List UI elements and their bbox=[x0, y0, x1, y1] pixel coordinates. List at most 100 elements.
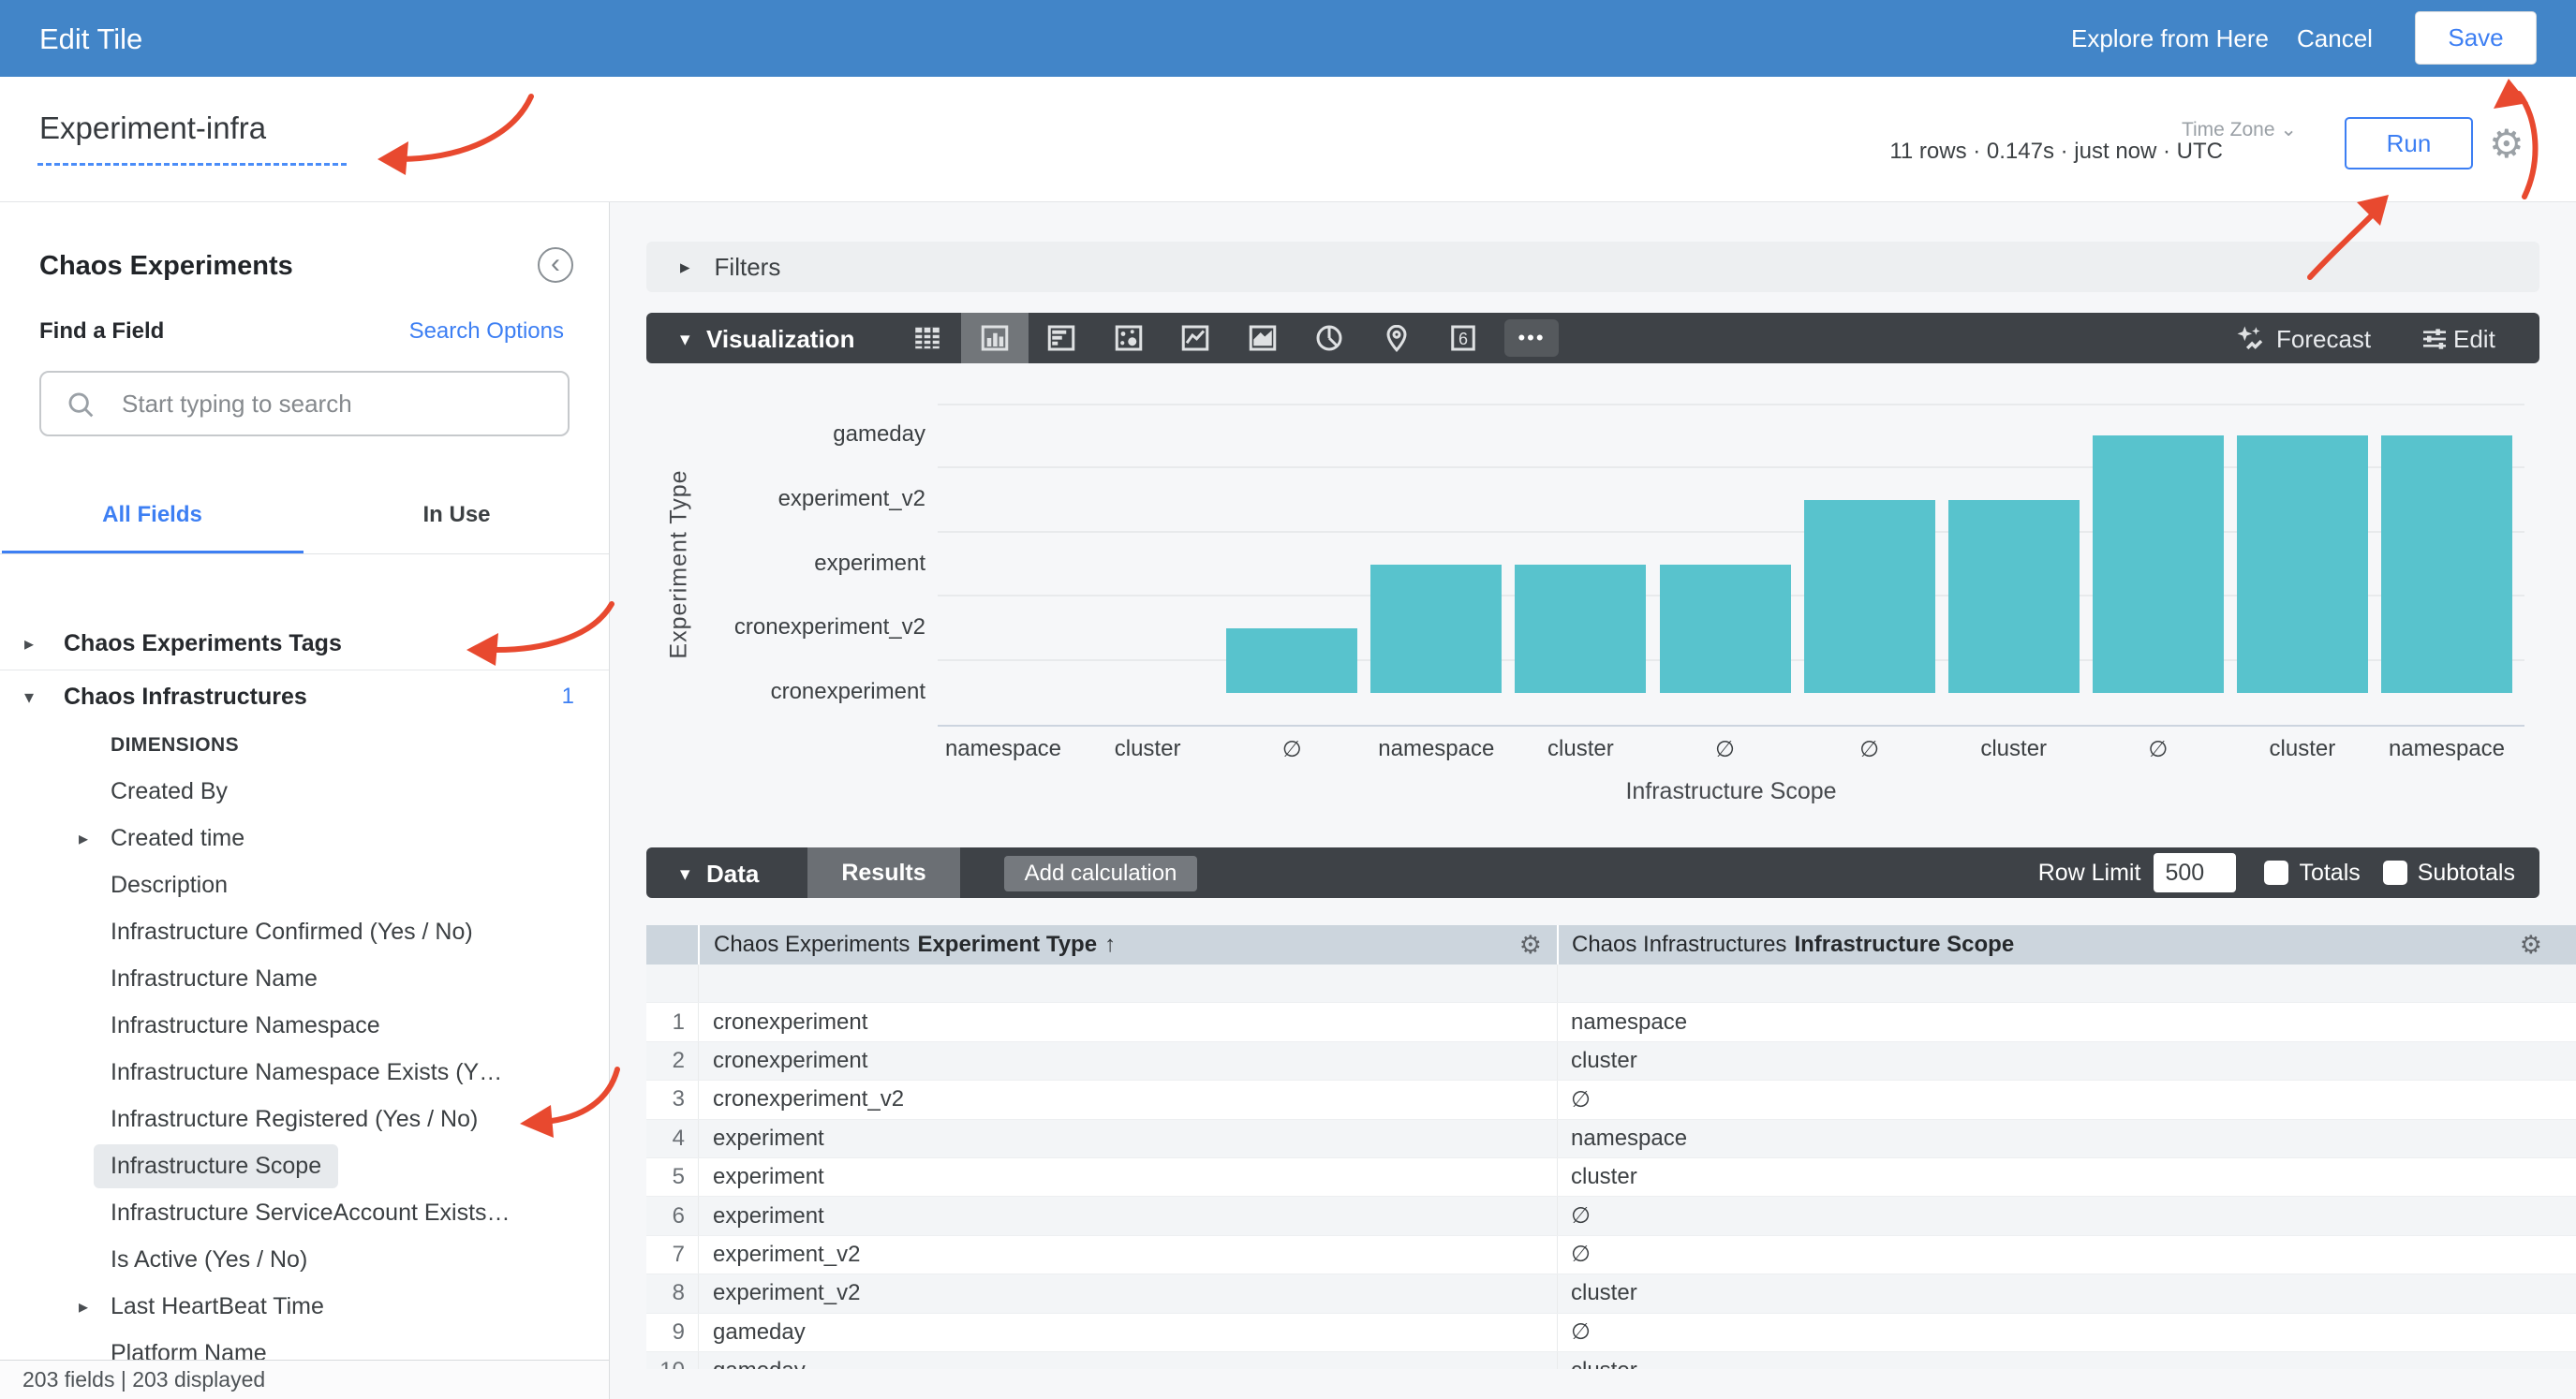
cell-infrastructure-scope[interactable] bbox=[1557, 965, 2576, 1002]
run-button[interactable]: Run bbox=[2345, 117, 2473, 169]
table-row[interactable]: 7 experiment_v2 ∅ bbox=[646, 1236, 2576, 1274]
chart-bar[interactable] bbox=[2093, 435, 2224, 693]
cell-infrastructure-scope[interactable]: cluster bbox=[1557, 1158, 2576, 1196]
expand-caret-icon[interactable]: ▸ bbox=[24, 632, 43, 655]
chart-bar[interactable] bbox=[1948, 500, 2080, 693]
field-tree-item[interactable]: DIMENSIONS bbox=[0, 723, 610, 768]
subtotals-checkbox[interactable] bbox=[2383, 861, 2407, 885]
caret-down-icon[interactable]: ▾ bbox=[680, 862, 690, 886]
column-chart-icon[interactable] bbox=[978, 321, 1012, 355]
sort-ascending-icon[interactable]: ↑ bbox=[1104, 932, 1116, 958]
cell-experiment-type[interactable]: cronexperiment bbox=[698, 1003, 1557, 1040]
cell-experiment-type[interactable]: experiment_v2 bbox=[698, 1236, 1557, 1274]
column-header-infrastructure-scope[interactable]: Chaos Infrastructures Infrastructure Sco… bbox=[1557, 925, 2576, 965]
table-row[interactable] bbox=[646, 965, 2576, 1003]
cell-infrastructure-scope[interactable]: namespace bbox=[1557, 1120, 2576, 1157]
table-row[interactable]: 9 gameday ∅ bbox=[646, 1314, 2576, 1352]
chart-bar[interactable] bbox=[1515, 565, 1646, 694]
results-tab[interactable]: Results bbox=[807, 847, 960, 898]
table-row[interactable]: 1 cronexperiment namespace bbox=[646, 1003, 2576, 1041]
field-tree-item[interactable]: ▸ Created time bbox=[0, 815, 610, 861]
field-tree-item[interactable]: Is Active (Yes / No) bbox=[0, 1236, 610, 1283]
table-chart-icon[interactable] bbox=[910, 321, 944, 355]
expand-caret-icon[interactable]: ▸ bbox=[79, 1295, 97, 1318]
field-tree-item[interactable]: Infrastructure Namespace Exists (Y… bbox=[0, 1049, 610, 1096]
tab-in-use[interactable]: In Use bbox=[304, 502, 609, 528]
save-button[interactable]: Save bbox=[2415, 11, 2537, 65]
scatter-chart-icon[interactable] bbox=[1112, 321, 1146, 355]
field-tree-item[interactable] bbox=[0, 571, 610, 618]
search-input[interactable] bbox=[122, 373, 553, 434]
filters-section-header[interactable]: ▸ Filters bbox=[646, 242, 2539, 292]
totals-checkbox[interactable] bbox=[2264, 861, 2288, 885]
expand-caret-icon[interactable]: ▸ bbox=[79, 827, 97, 850]
caret-right-icon[interactable]: ▸ bbox=[680, 256, 690, 279]
collapse-sidebar-icon[interactable]: ‹ bbox=[538, 247, 573, 283]
chart-bar[interactable] bbox=[1370, 565, 1502, 694]
field-tree-item[interactable]: ▸ Last HeartBeat Time bbox=[0, 1283, 610, 1330]
field-tree-item[interactable]: Infrastructure Scope bbox=[0, 1142, 610, 1189]
table-row[interactable]: 10 gameday cluster bbox=[646, 1352, 2576, 1369]
cell-experiment-type[interactable]: cronexperiment_v2 bbox=[698, 1081, 1557, 1118]
caret-down-icon[interactable]: ▾ bbox=[680, 328, 690, 351]
forecast-button[interactable]: Forecast bbox=[2276, 325, 2371, 354]
chart-bar[interactable] bbox=[2381, 435, 2512, 693]
table-row[interactable]: 6 experiment ∅ bbox=[646, 1197, 2576, 1235]
cell-experiment-type[interactable]: cronexperiment bbox=[698, 1042, 1557, 1080]
cell-infrastructure-scope[interactable]: cluster bbox=[1557, 1352, 2576, 1369]
add-calculation-button[interactable]: Add calculation bbox=[1004, 856, 1197, 891]
cell-infrastructure-scope[interactable]: ∅ bbox=[1557, 1197, 2576, 1234]
cell-experiment-type[interactable]: gameday bbox=[698, 1314, 1557, 1351]
cell-infrastructure-scope[interactable]: ∅ bbox=[1557, 1314, 2576, 1351]
field-tree-item[interactable]: Created By bbox=[0, 768, 610, 815]
cell-infrastructure-scope[interactable]: ∅ bbox=[1557, 1081, 2576, 1118]
cell-experiment-type[interactable] bbox=[698, 965, 1557, 1002]
line-chart-icon[interactable] bbox=[1178, 321, 1212, 355]
cell-infrastructure-scope[interactable]: cluster bbox=[1557, 1042, 2576, 1080]
chart-bar[interactable] bbox=[1226, 628, 1357, 693]
chart-bar[interactable] bbox=[1660, 565, 1791, 694]
field-tree-item[interactable]: Infrastructure Confirmed (Yes / No) bbox=[0, 908, 610, 955]
table-row[interactable]: 2 cronexperiment cluster bbox=[646, 1042, 2576, 1081]
table-row[interactable]: 8 experiment_v2 cluster bbox=[646, 1274, 2576, 1313]
field-tree-item[interactable]: Infrastructure Namespace bbox=[0, 1002, 610, 1049]
field-tree-item[interactable]: Description bbox=[0, 861, 610, 908]
map-chart-icon[interactable] bbox=[1380, 321, 1414, 355]
search-options-link[interactable]: Search Options bbox=[409, 318, 564, 345]
field-tree-item[interactable]: Infrastructure ServiceAccount Exists… bbox=[0, 1189, 610, 1236]
chart-bar[interactable] bbox=[2237, 435, 2368, 693]
cell-infrastructure-scope[interactable]: ∅ bbox=[1557, 1236, 2576, 1274]
edit-viz-button[interactable]: Edit bbox=[2453, 325, 2495, 354]
field-search-box[interactable] bbox=[39, 371, 570, 436]
cell-experiment-type[interactable]: experiment bbox=[698, 1197, 1557, 1234]
cell-infrastructure-scope[interactable]: cluster bbox=[1557, 1274, 2576, 1312]
explore-from-here-button[interactable]: Explore from Here bbox=[2071, 24, 2269, 53]
tile-title-input[interactable]: Experiment-infra bbox=[39, 110, 266, 146]
column-header-experiment-type[interactable]: Chaos Experiments Experiment Type ↑ ⚙ bbox=[698, 925, 1557, 965]
field-tree-item[interactable]: Infrastructure Registered (Yes / No) bbox=[0, 1096, 610, 1142]
chart-bar[interactable] bbox=[1804, 500, 1935, 693]
table-row[interactable]: 5 experiment cluster bbox=[646, 1158, 2576, 1197]
gear-icon[interactable]: ⚙ bbox=[2489, 120, 2524, 169]
field-tree-item[interactable]: Infrastructure Name bbox=[0, 955, 610, 1002]
cell-experiment-type[interactable]: experiment_v2 bbox=[698, 1274, 1557, 1312]
row-limit-input[interactable] bbox=[2154, 853, 2236, 892]
bar-chart-icon[interactable] bbox=[1044, 321, 1078, 355]
pie-chart-icon[interactable] bbox=[1312, 321, 1346, 355]
cancel-button[interactable]: Cancel bbox=[2297, 24, 2373, 53]
cell-experiment-type[interactable]: experiment bbox=[698, 1120, 1557, 1157]
table-row[interactable]: 3 cronexperiment_v2 ∅ bbox=[646, 1081, 2576, 1119]
more-viz-icon[interactable]: ••• bbox=[1504, 319, 1559, 357]
cell-experiment-type[interactable]: gameday bbox=[698, 1352, 1557, 1369]
single-value-icon[interactable]: 6 bbox=[1446, 321, 1480, 355]
area-chart-icon[interactable] bbox=[1246, 321, 1280, 355]
field-tree-item[interactable]: ▾ Chaos Infrastructures 1 bbox=[0, 670, 610, 723]
tab-all-fields[interactable]: All Fields bbox=[0, 502, 304, 528]
cell-experiment-type[interactable]: experiment bbox=[698, 1158, 1557, 1196]
field-tree-item[interactable]: ▸ Chaos Experiments Tags bbox=[0, 618, 610, 670]
column-gear-icon[interactable]: ⚙ bbox=[1519, 931, 1542, 960]
column-gear-icon[interactable]: ⚙ bbox=[2520, 931, 2542, 960]
cell-infrastructure-scope[interactable]: namespace bbox=[1557, 1003, 2576, 1040]
table-row[interactable]: 4 experiment namespace bbox=[646, 1120, 2576, 1158]
expand-caret-icon[interactable]: ▾ bbox=[24, 685, 43, 709]
